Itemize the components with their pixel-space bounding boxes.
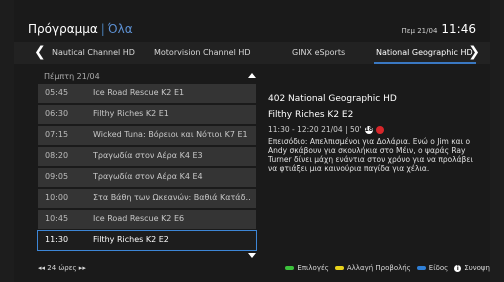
row-title: Στα Βάθη των Ωκεανών: Βαθιά Κατάδ… (93, 193, 251, 202)
clock-date: Πεμ 21/04 (401, 27, 438, 35)
legend-summary[interactable]: i Συνοψη (454, 264, 490, 272)
row-time: 07:15 (45, 130, 69, 139)
button-legend: Επιλογές Αλλαγή Προβολής Είδος i Συνοψη (285, 264, 490, 272)
detail-channel: 402 National Geographic HD (268, 94, 397, 104)
row-title: Wicked Tuna: Βόρειοι και Νότιοι K7 E1 (93, 130, 248, 139)
schedule-row[interactable]: 07:15 Wicked Tuna: Βόρειοι και Νότιοι K7 … (38, 126, 256, 145)
row-time: 10:45 (45, 214, 69, 223)
blue-key-icon (416, 266, 426, 270)
reminder-icon (375, 125, 384, 134)
channel-bar: ❮ Nautical Channel HD Motorvision Channe… (14, 42, 490, 64)
scroll-down-icon[interactable] (248, 253, 256, 258)
row-title: Ice Road Rescue K2 E6 (93, 214, 185, 223)
detail-description: Επεισόδιο: Απελπισμένοι για Δολάρια. Ενώ… (268, 137, 473, 173)
green-key-icon (285, 266, 295, 270)
programme-details: 402 National Geographic HD Filthy Riches… (268, 94, 480, 173)
row-title: Τραγωδία στον Αέρα K4 E4 (93, 172, 203, 181)
channel-tab[interactable]: GINX eSports (292, 48, 345, 57)
schedule-row[interactable]: 06:30 Filthy Riches K2 E1 (38, 105, 256, 124)
channel-tab[interactable]: Nautical Channel HD (52, 48, 135, 57)
legend-view[interactable]: Αλλαγή Προβολής (334, 264, 411, 272)
schedule-row[interactable]: 08:20 Τραγωδία στον Αέρα K4 E3 (38, 147, 256, 166)
row-time: 08:20 (45, 151, 69, 160)
epg-screen: Πρόγραμμα | Όλα Πεμ 21/04 11:46 ❮ Nautical … (0, 0, 504, 282)
schedule-row[interactable]: 10:00 Στα Βάθη των Ωκεανών: Βαθιά Κατάδ… (38, 189, 256, 208)
channel-tab[interactable]: Motorvision Channel HD (154, 48, 251, 57)
row-title: Τραγωδία στον Αέρα K4 E3 (93, 151, 203, 160)
row-time: 05:45 (45, 88, 69, 97)
row-time: 11:30 (45, 235, 69, 244)
footer: ◂◂ 24 ώρες ▸▸ Επιλογές Αλλαγή Προβολής Ε… (38, 262, 490, 274)
detail-meta: 11:30 - 12:20 21/04 | 50' (268, 125, 362, 134)
title-text: Πρόγραμμα (28, 22, 98, 36)
detail-meta-row: 11:30 - 12:20 21/04 | 50' 18 (268, 125, 480, 134)
legend-options[interactable]: Επιλογές (285, 264, 329, 272)
info-icon: i (454, 264, 462, 272)
schedule-list: 05:45 Ice Road Rescue K2 E1 06:30 Filthy Ri… (37, 84, 257, 252)
legend-label: Είδος (428, 264, 449, 272)
channel-tab-active[interactable]: National Geographic HD (376, 48, 473, 57)
schedule-row[interactable]: 09:05 Τραγωδία στον Αέρα K4 E4 (38, 168, 256, 187)
legend-label: Συνοψη (464, 264, 490, 272)
legend-label: Αλλαγή Προβολής (346, 264, 411, 272)
day-header: Πέμπτη 21/04 (38, 70, 256, 84)
schedule-row[interactable]: 05:45 Ice Road Rescue K2 E1 (38, 84, 256, 103)
row-title: Filthy Riches K2 E2 (93, 235, 169, 244)
scroll-up-icon[interactable] (248, 73, 256, 78)
row-time: 06:30 (45, 109, 69, 118)
chevron-right-icon[interactable]: ❯ (468, 44, 480, 60)
age-rating-icon: 18 (364, 125, 373, 134)
row-time: 09:05 (45, 172, 69, 181)
row-time: 10:00 (45, 193, 69, 202)
chevron-left-icon[interactable]: ❮ (34, 44, 46, 60)
active-channel-underline (374, 62, 476, 64)
yellow-key-icon (334, 266, 344, 270)
schedule-row[interactable]: 10:45 Ice Road Rescue K2 E6 (38, 210, 256, 229)
day-label: Πέμπτη 21/04 (44, 72, 100, 81)
schedule-row-selected[interactable]: 11:30 Filthy Riches K2 E2 (37, 230, 257, 251)
page-title: Πρόγραμμα | Όλα (28, 22, 133, 36)
legend-label: Επιλογές (297, 264, 329, 272)
category-filter[interactable]: Όλα (108, 22, 133, 36)
row-title: Ice Road Rescue K2 E1 (93, 88, 185, 97)
clock-time: 11:46 (441, 22, 476, 36)
clock: Πεμ 21/04 11:46 (402, 22, 477, 36)
hours-navigation[interactable]: ◂◂ 24 ώρες ▸▸ (38, 264, 86, 272)
header: Πρόγραμμα | Όλα Πεμ 21/04 11:46 (14, 14, 490, 40)
title-separator: | (100, 22, 105, 36)
detail-title: Filthy Riches K2 E2 (268, 110, 354, 120)
legend-genre[interactable]: Είδος (416, 264, 449, 272)
row-title: Filthy Riches K2 E1 (93, 109, 169, 118)
